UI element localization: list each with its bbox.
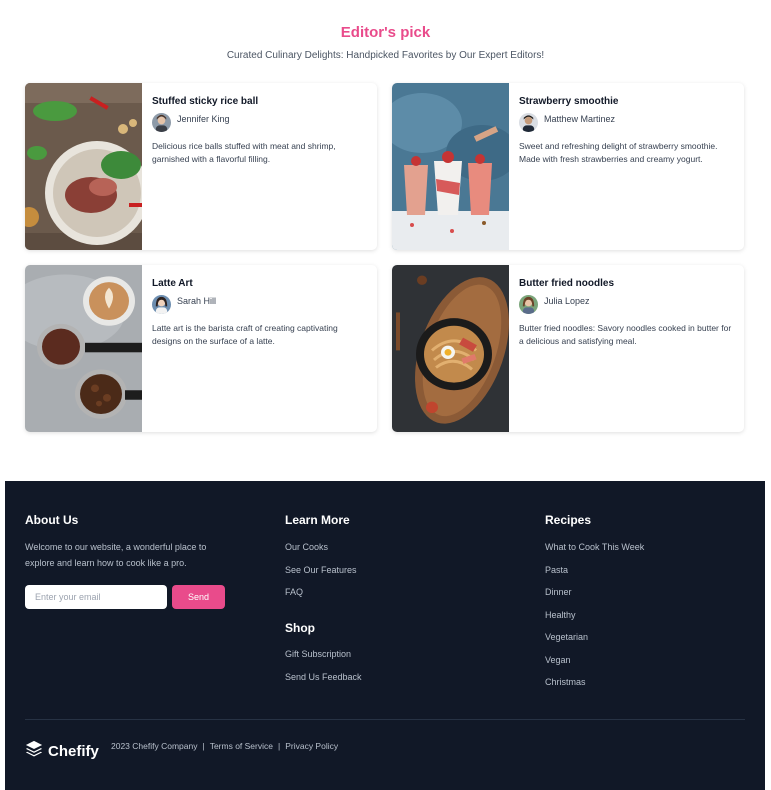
learn-more-title: Learn More — [285, 513, 350, 527]
brand-name: Chefify — [48, 743, 99, 760]
footer-link-features[interactable]: See Our Features — [285, 565, 357, 588]
layers-icon — [25, 740, 43, 763]
terms-link[interactable]: Terms of Service — [210, 741, 273, 751]
recipe-description: Delicious rice balls stuffed with meat a… — [152, 141, 336, 164]
footer-link-feedback[interactable]: Send Us Feedback — [285, 672, 362, 695]
author: Julia Lopez — [519, 294, 734, 314]
avatar — [152, 294, 171, 314]
recipe-card[interactable]: Strawberry smoothie Matthew Martinez Swe… — [392, 83, 744, 250]
footer-link-vegan[interactable]: Vegan — [545, 655, 644, 678]
legal-separator: | — [202, 741, 205, 751]
footer-link-our-cooks[interactable]: Our Cooks — [285, 542, 357, 565]
legal-separator: | — [277, 741, 281, 751]
footer-link-faq[interactable]: FAQ — [285, 587, 357, 610]
avatar — [519, 294, 538, 314]
shop-title: Shop — [285, 621, 315, 635]
footer-divider — [25, 719, 745, 720]
footer-link-christmas[interactable]: Christmas — [545, 677, 644, 700]
footer: About Us Welcome to our website, a wonde… — [5, 481, 765, 790]
learn-more-links: Our Cooks See Our Features FAQ — [285, 542, 357, 610]
recipe-description: Butter fried noodles: Savory noodles coo… — [519, 323, 732, 346]
author: Matthew Martinez — [519, 112, 734, 132]
email-input[interactable] — [25, 585, 167, 609]
send-button[interactable]: Send — [172, 585, 225, 609]
recipe-image[interactable] — [25, 83, 142, 250]
footer-link-vegetarian[interactable]: Vegetarian — [545, 632, 644, 655]
footer-link-gift-subscription[interactable]: Gift Subscription — [285, 649, 362, 672]
recipe-image[interactable] — [392, 83, 509, 250]
recipe-image[interactable] — [392, 265, 509, 432]
recipe-title[interactable]: Strawberry smoothie — [519, 95, 734, 108]
author-name: Sarah Hill — [177, 296, 217, 306]
author-name: Matthew Martinez — [544, 114, 616, 124]
recipe-title[interactable]: Stuffed sticky rice ball — [152, 95, 367, 108]
shop-links: Gift Subscription Send Us Feedback — [285, 649, 362, 694]
avatar — [152, 112, 171, 132]
recipe-title[interactable]: Butter fried noodles — [519, 277, 734, 290]
footer-link-dinner[interactable]: Dinner — [545, 587, 644, 610]
recipe-card[interactable]: Butter fried noodles Julia Lopez Butter … — [392, 265, 744, 432]
recipe-card[interactable]: Stuffed sticky rice ball Jennifer King D… — [25, 83, 377, 250]
section-subtitle: Curated Culinary Delights: Handpicked Fa… — [226, 50, 545, 61]
section-title: Editor's pick — [340, 24, 431, 41]
recipe-title[interactable]: Latte Art — [152, 277, 367, 290]
recipe-image[interactable] — [25, 265, 142, 432]
author-name: Julia Lopez — [544, 296, 590, 306]
copyright-text: 2023 Chefify Company — [111, 741, 198, 751]
recipe-card[interactable]: Latte Art Sarah Hill Latte art is the ba… — [25, 265, 377, 432]
brand-logo[interactable]: Chefify — [25, 740, 99, 763]
author: Jennifer King — [152, 112, 367, 132]
footer-link-healthy[interactable]: Healthy — [545, 610, 644, 633]
author-name: Jennifer King — [177, 114, 230, 124]
recipe-description: Sweet and refreshing delight of strawber… — [519, 141, 718, 164]
recipes-title: Recipes — [545, 513, 592, 527]
author: Sarah Hill — [152, 294, 367, 314]
recipes-links: What to Cook This Week Pasta Dinner Heal… — [545, 542, 644, 700]
about-text: Welcome to our website, a wonderful plac… — [25, 542, 207, 568]
privacy-link[interactable]: Privacy Policy — [285, 741, 338, 751]
footer-link-pasta[interactable]: Pasta — [545, 565, 644, 588]
legal-links: 2023 Chefify Company | Terms of Service | Pr… — [111, 741, 338, 751]
avatar — [519, 112, 538, 132]
footer-link-cook-this-week[interactable]: What to Cook This Week — [545, 542, 644, 565]
recipe-description: Latte art is the barista craft of creati… — [152, 323, 338, 346]
about-title: About Us — [25, 513, 79, 527]
